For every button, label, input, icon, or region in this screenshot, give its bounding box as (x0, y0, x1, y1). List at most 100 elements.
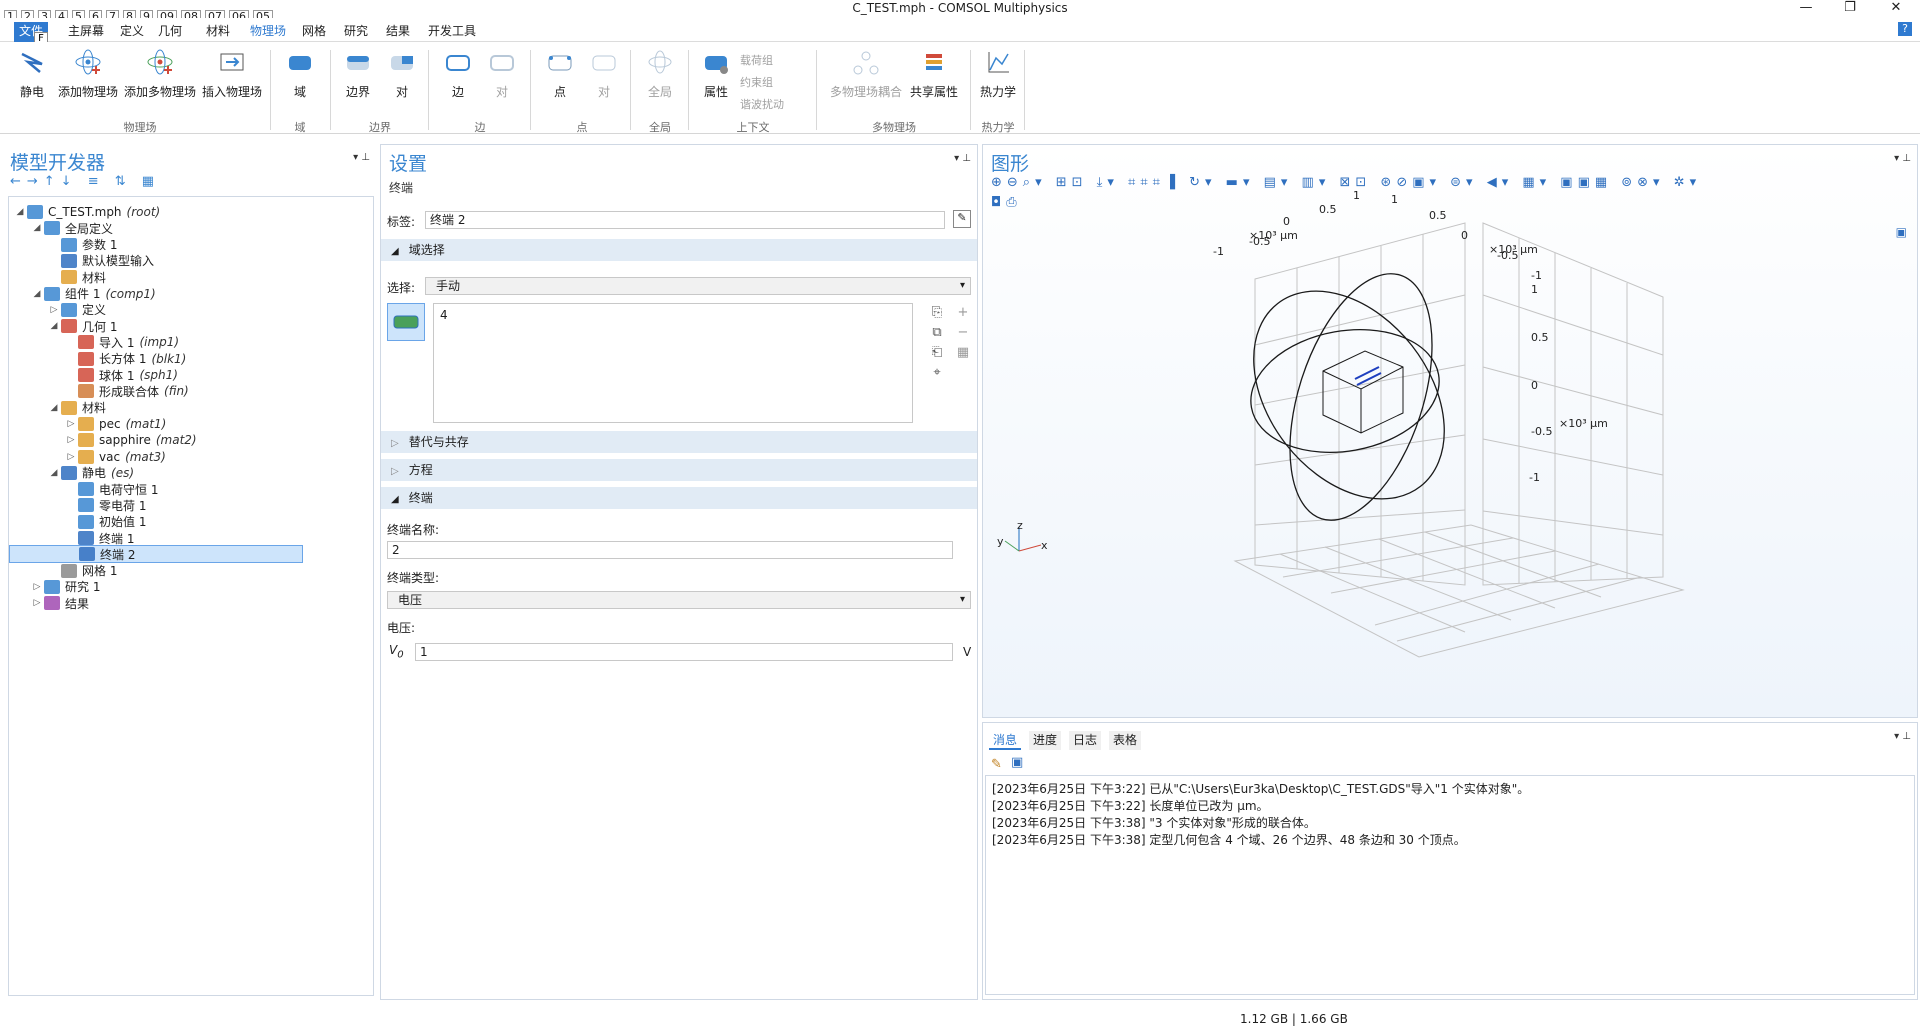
shared-properties-button[interactable]: 共享属性 (906, 48, 962, 100)
menu-tab-1[interactable]: 定义 (120, 22, 144, 39)
terminal-name-field[interactable]: 2 (387, 541, 953, 559)
tree-item[interactable]: ▷ pec (mat1) (9, 415, 166, 433)
tree-item[interactable]: ◢ 组件 1 (comp1) (9, 285, 156, 303)
tree-item[interactable]: 网格 1 (9, 562, 117, 580)
selection-list[interactable]: 4 (433, 303, 913, 423)
tree-item[interactable]: 默认模型输入 (9, 252, 154, 270)
multiphysics-coupling-button[interactable]: 多物理场耦合 (826, 48, 906, 100)
pin-icon[interactable]: ▾ ⊥ (954, 153, 971, 164)
tree-item[interactable]: ◢ 全局定义 (9, 219, 113, 237)
pin-icon[interactable]: ▾ ⊥ (1894, 731, 1911, 742)
note-icon[interactable]: ✎ (953, 210, 971, 228)
thermodynamics-button[interactable]: 热力学 (978, 48, 1018, 100)
point-button[interactable]: 点 (542, 48, 578, 100)
add-remove-selection[interactable]: + − ▦ (953, 303, 973, 363)
tree-item[interactable]: 终端 1 (9, 529, 134, 547)
menu-tab-7[interactable]: 结果 (386, 22, 410, 39)
close-button[interactable]: ✕ (1876, 0, 1916, 18)
tree-item[interactable]: ◢ 静电 (es) (9, 464, 134, 482)
menu-tab-5[interactable]: 网格 (302, 22, 326, 39)
domain-button[interactable]: 域 (282, 48, 318, 100)
tree-toggle[interactable]: ◢ (30, 223, 44, 233)
voltage-field[interactable]: 1 (415, 643, 953, 661)
selection-tools[interactable]: ⎘ ⧉ ⎗ ⌖ (927, 303, 947, 383)
add-physics-button[interactable]: 添加物理场 (56, 48, 120, 100)
constraint-group-button[interactable]: 约束组 (740, 74, 773, 90)
attributes-icon (705, 56, 728, 74)
tree-item[interactable]: ▷ 研究 1 (9, 578, 100, 596)
tree-item[interactable]: 材料 (9, 268, 106, 286)
equation-header[interactable]: ▷ 方程 (381, 459, 977, 481)
menu-tab-4[interactable]: 物理场 (250, 22, 286, 39)
geometry-plot[interactable] (983, 145, 1917, 717)
tree-toggle[interactable]: ▷ (64, 452, 78, 462)
maximize-button[interactable]: ❐ (1830, 0, 1870, 18)
tree-toggle[interactable]: ▷ (30, 598, 44, 608)
menu-tab-8[interactable]: 开发工具 (428, 22, 476, 39)
material-icon (78, 433, 94, 448)
tree-toggle[interactable]: ◢ (13, 207, 27, 217)
tree-item[interactable]: 形成联合体 (fin) (9, 382, 189, 400)
harmonic-perturbation-button[interactable]: 谐波扰动 (740, 96, 784, 112)
tree-toggle[interactable]: ◢ (30, 289, 44, 299)
minimize-button[interactable]: — (1786, 0, 1826, 18)
help-button[interactable]: ? (1898, 22, 1912, 36)
terminal-header[interactable]: ◢ 终端 (381, 487, 977, 509)
tree-toggle[interactable]: ◢ (47, 321, 61, 331)
load-group-button[interactable]: 载荷组 (740, 52, 773, 68)
message-tab-3[interactable]: 表格 (1109, 731, 1142, 750)
active-selection-toggle[interactable] (387, 303, 425, 341)
pin-icon[interactable]: ▾ ⊥ (353, 152, 370, 163)
selection-dropdown[interactable]: 手动 (425, 277, 971, 295)
add-multiphysics-button[interactable]: 添加多物理场 (124, 48, 196, 100)
tree-item[interactable]: 终端 2 (9, 545, 303, 564)
tree-item[interactable]: ◢ 几何 1 (9, 317, 117, 335)
message-tab-0[interactable]: 消息 (989, 731, 1022, 750)
terminal-type-dropdown[interactable]: 电压 (387, 591, 971, 609)
study-icon (44, 579, 60, 594)
tree-item[interactable]: 长方体 1 (blk1) (9, 350, 186, 368)
tree-toggle[interactable]: ▷ (64, 419, 78, 429)
tree-toggle[interactable]: ▷ (47, 305, 61, 315)
tree-item[interactable]: 电荷守恒 1 (9, 480, 158, 498)
tree-item[interactable]: 初始值 1 (9, 513, 146, 531)
boundary-button[interactable]: 边界 (340, 48, 376, 100)
label-field[interactable]: 终端 2 (425, 211, 945, 229)
tree-item[interactable]: ▷ 定义 (9, 301, 106, 319)
tree-item[interactable]: 球体 1 (sph1) (9, 366, 178, 384)
override-header[interactable]: ▷ 替代与共存 (381, 431, 977, 453)
menu-tab-3[interactable]: 材料 (206, 22, 230, 39)
boundary-pair-button[interactable]: 对 (384, 48, 420, 100)
tree-toggle[interactable]: ◢ (47, 468, 61, 478)
tree-item[interactable]: ◢ C_TEST.mph (root) (9, 203, 160, 221)
tree-item[interactable]: 零电荷 1 (9, 496, 146, 514)
clear-icon[interactable]: ✎ (991, 757, 1002, 772)
tree-item[interactable]: ▷ vac (mat3) (9, 448, 166, 466)
tree-item[interactable]: ▷ sapphire (mat2) (9, 431, 197, 449)
message-tab-2[interactable]: 日志 (1069, 731, 1102, 750)
tree-item[interactable]: ▷ 结果 (9, 594, 89, 612)
insert-physics-button[interactable]: 插入物理场 (202, 48, 262, 100)
edge-button[interactable]: 边 (440, 48, 476, 100)
menu-tab-2[interactable]: 几何 (158, 22, 182, 39)
attributes-button[interactable]: 属性 (698, 48, 734, 100)
multiphysics-add-icon (147, 49, 173, 75)
tree-toggle[interactable]: ◢ (47, 403, 61, 413)
domain-selection-header[interactable]: ◢ 域选择 (381, 239, 977, 261)
message-tab-1[interactable]: 进度 (1029, 731, 1062, 750)
menu-tab-0[interactable]: 主屏幕 (68, 22, 104, 39)
tree-item[interactable]: ◢ 材料 (9, 399, 106, 417)
menu-tab-6[interactable]: 研究 (344, 22, 368, 39)
global-button[interactable]: 全局 (642, 48, 678, 100)
tree-toggle[interactable]: ▷ (64, 435, 78, 445)
electrostatics-button[interactable]: 静电 (14, 48, 50, 100)
tree-item[interactable]: 导入 1 (imp1) (9, 333, 179, 351)
tree-item-tag: (blk1) (151, 351, 187, 366)
tree-item[interactable]: 参数 1 (9, 236, 117, 254)
tree-toggle[interactable]: ▷ (30, 582, 44, 592)
edge-pair-button[interactable]: 对 (484, 48, 520, 100)
message-options-icon[interactable]: ▣ (1011, 755, 1023, 770)
tree-item-label: sapphire (99, 433, 151, 448)
point-pair-button[interactable]: 对 (586, 48, 622, 100)
tree-toolbar[interactable]: ←→↑↓ ≡ ⇅ ▦ (10, 174, 160, 189)
